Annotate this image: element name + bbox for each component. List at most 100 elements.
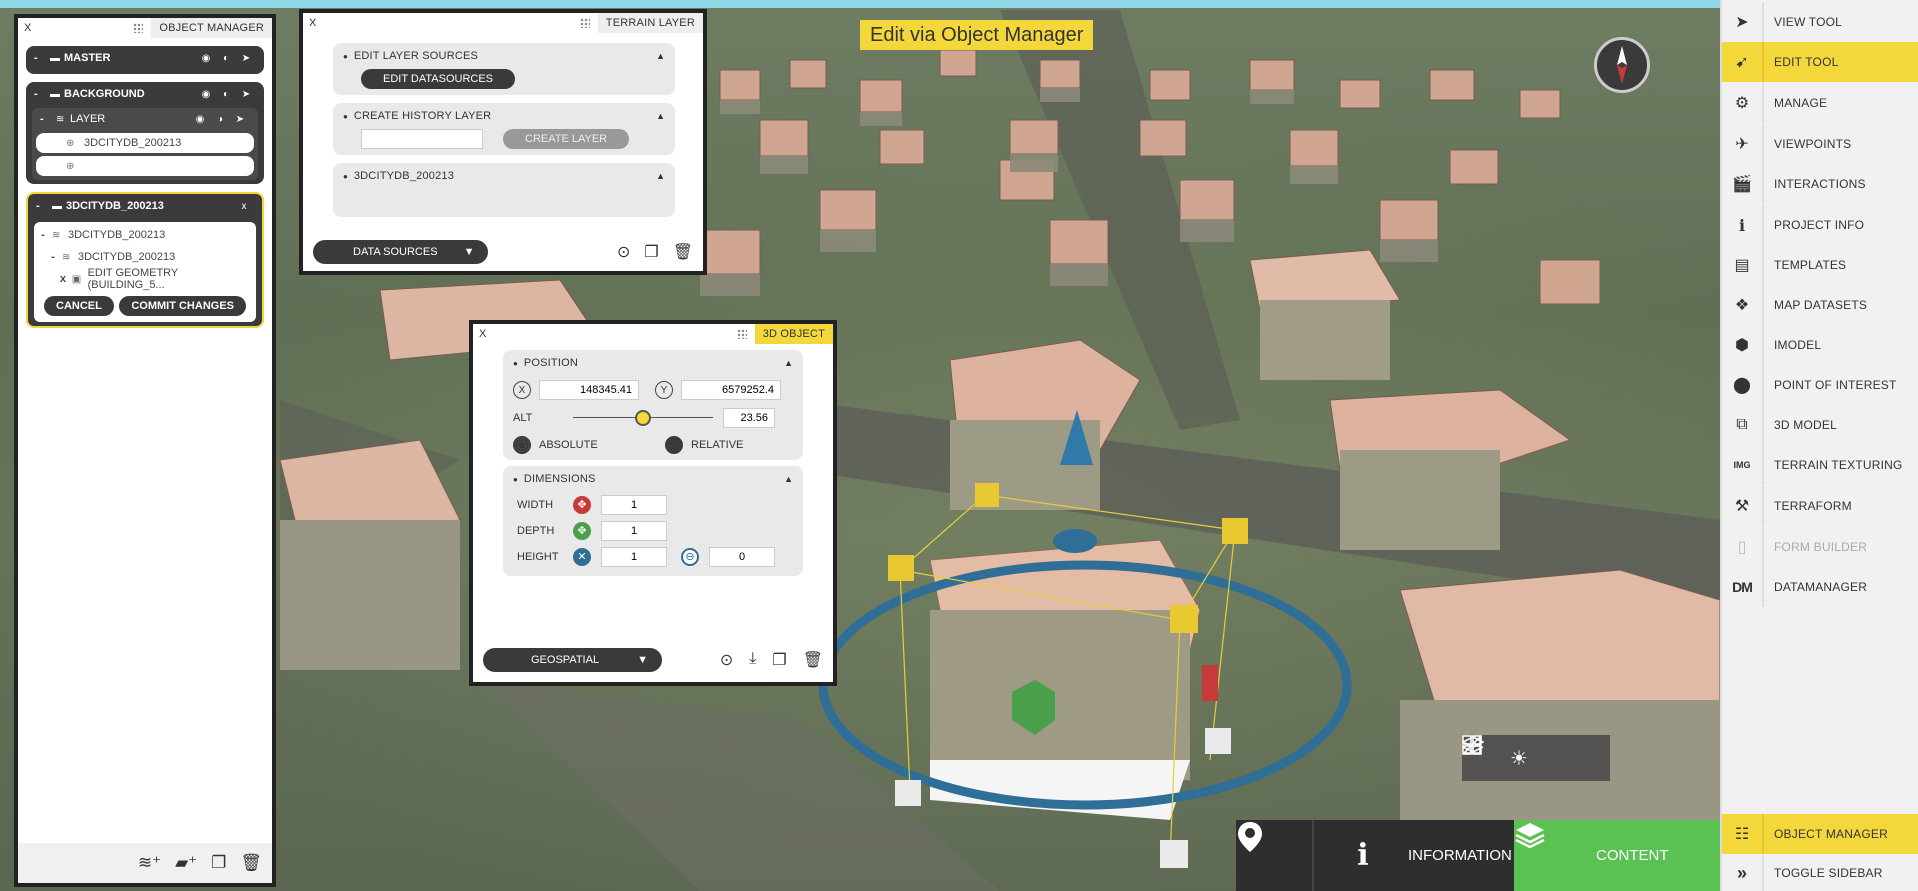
visibility-icon[interactable]: ◉ (196, 53, 216, 64)
locate-icon[interactable]: ⊙ (617, 242, 630, 262)
close-button[interactable]: X (473, 328, 486, 340)
background-row[interactable]: - ▬ BACKGROUND ◉ ◐ ➤ (26, 82, 264, 106)
width-input[interactable] (601, 495, 667, 515)
layers-icon[interactable] (1462, 736, 1569, 774)
geospatial-dropdown[interactable]: GEOSPATIAL ▼ (483, 648, 662, 672)
height-input[interactable] (601, 547, 667, 567)
sidebar-item-label: PROJECT INFO (1774, 218, 1865, 232)
altitude-slider[interactable] (573, 409, 713, 427)
collapse-toggle[interactable]: - (40, 113, 56, 125)
add-layer-icon[interactable]: ≋⁺ (138, 853, 161, 873)
section-header[interactable]: ● DIMENSIONS ▲ (513, 470, 793, 488)
cancel-button[interactable]: CANCEL (44, 296, 114, 316)
cube-icon: ⧉ (1722, 405, 1764, 445)
sidebar-item-terraform[interactable]: ⚒ TERRAFORM (1722, 486, 1918, 526)
collapse-arrow-icon[interactable]: ▲ (784, 474, 793, 484)
section-header[interactable]: ● CREATE HISTORY LAYER ▲ (343, 107, 665, 125)
sidebar-item-templates[interactable]: ▤ TEMPLATES (1722, 245, 1918, 285)
sidebar-item-view-tool[interactable]: ➤ VIEW TOOL (1722, 2, 1918, 42)
opacity-icon[interactable]: ◐ (216, 89, 236, 100)
sidebar-item-manage[interactable]: ⚙ MANAGE (1722, 83, 1918, 123)
altitude-input[interactable] (723, 408, 775, 428)
sidebar-item-interactions[interactable]: 🎬 INTERACTIONS (1722, 164, 1918, 204)
list-item[interactable]: ⊕ (36, 156, 254, 176)
commit-changes-button[interactable]: COMMIT CHANGES (119, 296, 246, 316)
y-coordinate-input[interactable] (681, 380, 781, 400)
cursor-icon[interactable]: ➤ (236, 53, 256, 64)
sidebar-item-datamanager[interactable]: DM DATAMANAGER (1722, 567, 1918, 607)
cursor-icon[interactable]: ➤ (236, 89, 256, 100)
collapse-toggle[interactable]: - (34, 88, 50, 100)
relative-radio[interactable] (665, 436, 683, 454)
trash-icon[interactable]: 🗑 (673, 242, 693, 262)
collapse-toggle[interactable]: - (36, 200, 52, 212)
sidebar-item-viewpoints[interactable]: ✈ VIEWPOINTS (1722, 124, 1918, 164)
list-item[interactable]: ⊕ 3DCITYDB_200213 (36, 133, 254, 153)
edit-datasources-button[interactable]: EDIT DATASOURCES (361, 69, 516, 89)
city-db-row[interactable]: - ▬ 3DCITYDB_200213 x (28, 194, 262, 218)
close-button[interactable]: X (18, 22, 31, 34)
drag-handle-icon[interactable] (736, 329, 747, 339)
duplicate-icon[interactable]: ❐ (644, 242, 658, 262)
altitude-slider-knob[interactable] (635, 410, 651, 426)
layer-label: LAYER (70, 113, 106, 125)
sidebar-item-terrain-texturing[interactable]: IMG TERRAIN TEXTURING (1722, 445, 1918, 485)
duplicate-icon[interactable]: ❐ (211, 853, 226, 873)
section-header[interactable]: ● EDIT LAYER SOURCES ▲ (343, 47, 665, 65)
cursor-icon[interactable]: ➤ (230, 114, 250, 125)
sidebar-item-object-manager[interactable]: ☷ OBJECT MANAGER (1722, 814, 1918, 854)
visibility-icon[interactable]: ◉ (196, 89, 216, 100)
download-icon[interactable]: ⤓ (749, 650, 756, 670)
drag-handle-icon[interactable] (133, 23, 144, 33)
collapse-arrow-icon[interactable]: ▲ (656, 171, 665, 181)
collapse-arrow-icon[interactable]: ▲ (656, 111, 665, 121)
drag-handle-icon[interactable] (579, 18, 590, 28)
toggle-sidebar-button[interactable]: » TOGGLE SIDEBAR (1722, 855, 1918, 891)
data-sources-dropdown[interactable]: DATA SOURCES ▼ (313, 240, 489, 264)
sidebar-item-form-builder[interactable]: ▯ FORM BUILDER (1722, 527, 1918, 567)
content-tab[interactable]: CONTENT (1514, 820, 1720, 891)
compass[interactable] (1594, 37, 1650, 93)
sidebar-item-edit-tool[interactable]: ➹ EDIT TOOL (1722, 42, 1918, 82)
sun-icon[interactable]: ☀ (1503, 742, 1535, 774)
collapse-arrow-icon[interactable]: ▲ (656, 51, 665, 61)
collapse-toggle[interactable]: - (34, 229, 52, 241)
collapse-toggle[interactable]: - (34, 52, 50, 64)
opacity-icon[interactable]: ◑ (210, 114, 230, 125)
master-row[interactable]: - ▬ MASTER ◉ ◐ ➤ (26, 46, 264, 70)
remove-toggle[interactable]: x (54, 273, 72, 285)
position-section: ● POSITION ▲ X Y ALT ABSOLUTE RELATIVE (503, 350, 803, 460)
sidebar-item-map-datasets[interactable]: ❖ MAP DATASETS (1722, 285, 1918, 325)
layer-row[interactable]: - ≋ LAYER ◉ ◑ ➤ (32, 108, 258, 130)
section-header[interactable]: ● POSITION ▲ (513, 354, 793, 372)
close-button[interactable]: X (303, 17, 316, 29)
add-folder-icon[interactable]: ▰⁺ (175, 853, 197, 873)
opacity-icon[interactable]: ◐ (216, 53, 236, 64)
information-tab[interactable]: i INFORMATION (1312, 820, 1514, 891)
section-header[interactable]: ● 3DCITYDB_200213 ▲ (343, 167, 665, 185)
sidebar-item-project-info[interactable]: i PROJECT INFO (1722, 205, 1918, 245)
duplicate-icon[interactable]: ❐ (772, 650, 786, 670)
tree-row[interactable]: x ▣ EDIT GEOMETRY (BUILDING_5... (34, 267, 256, 291)
locate-icon[interactable]: ⊙ (720, 650, 733, 670)
collapse-arrow-icon[interactable]: ▲ (784, 358, 793, 368)
tree-row[interactable]: - ≋ 3DCITYDB_200213 (34, 246, 256, 268)
trash-icon[interactable]: 🗑 (803, 650, 823, 670)
visibility-icon[interactable]: ◉ (190, 114, 210, 125)
height-offset-input[interactable] (709, 547, 775, 567)
dashboard-icon[interactable] (1462, 735, 1603, 774)
sidebar-item-imodel[interactable]: ⬢ IMODEL (1722, 325, 1918, 365)
depth-input[interactable] (601, 521, 667, 541)
tree-row[interactable]: - ≋ 3DCITYDB_200213 (34, 224, 256, 246)
trash-icon[interactable]: 🗑 (240, 853, 262, 873)
x-coordinate-input[interactable] (539, 380, 639, 400)
information-label: INFORMATION (1408, 847, 1512, 864)
pin-tab[interactable] (1236, 820, 1312, 891)
absolute-radio[interactable] (513, 436, 531, 454)
history-layer-name-input[interactable] (361, 129, 483, 149)
close-icon[interactable]: x (234, 201, 254, 212)
create-layer-button[interactable]: CREATE LAYER (503, 129, 630, 149)
sidebar-item-point-of-interest[interactable]: ⬤ POINT OF INTEREST (1722, 365, 1918, 405)
sidebar-item-3d-model[interactable]: ⧉ 3D MODEL (1722, 405, 1918, 445)
collapse-toggle[interactable]: - (44, 251, 62, 263)
